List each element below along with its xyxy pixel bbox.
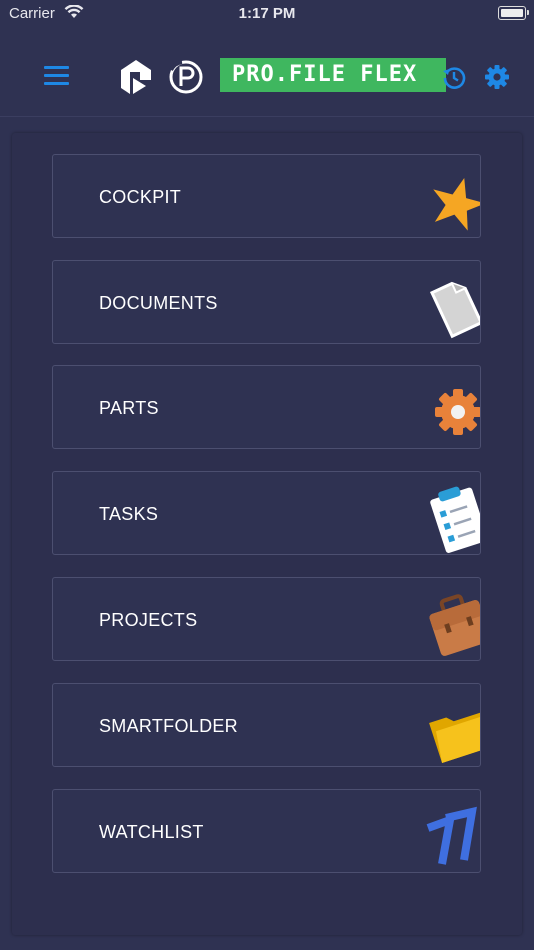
menu-item-label: COCKPIT	[99, 187, 182, 207]
status-bar: Carrier 1:17 PM	[0, 0, 534, 28]
brand-title: PRO.FILE FLEX	[232, 62, 418, 87]
menu-item-label: PROJECTS	[99, 610, 198, 630]
menu-item-parts[interactable]: PARTS	[52, 365, 481, 449]
menu-item-label: SMARTFOLDER	[99, 716, 238, 736]
menu-item-cockpit[interactable]: COCKPIT	[52, 154, 481, 238]
document-icon	[429, 281, 480, 339]
folder-icon	[429, 712, 480, 763]
briefcase-icon	[429, 594, 480, 656]
pro-file-p-logo-icon	[169, 60, 203, 94]
battery-icon	[498, 6, 529, 20]
menu-item-watchlist[interactable]: WATCHLIST	[52, 789, 481, 873]
menu-item-projects[interactable]: PROJECTS	[52, 577, 481, 661]
menu-item-smartfolder[interactable]: SMARTFOLDER	[52, 683, 481, 767]
menu-item-label: DOCUMENTS	[99, 293, 218, 313]
gear-icon[interactable]	[484, 64, 510, 90]
clock: 1:17 PM	[238, 5, 296, 22]
menu-item-label: TASKS	[99, 504, 159, 524]
star-icon	[433, 177, 480, 231]
app-header: PRO.FILE FLEX	[0, 28, 534, 117]
chevrons-icon	[426, 806, 477, 865]
hamburger-menu-icon[interactable]	[44, 66, 69, 86]
app-logo-icon	[121, 60, 151, 94]
history-icon[interactable]	[441, 64, 467, 90]
clipboard-icon	[430, 486, 480, 553]
gear-icon	[435, 389, 480, 435]
menu-item-tasks[interactable]: TASKS	[52, 471, 481, 555]
menu-item-label: WATCHLIST	[99, 822, 204, 842]
menu-item-documents[interactable]: DOCUMENTS	[52, 260, 481, 344]
menu-item-label: PARTS	[99, 398, 159, 418]
brand-banner: PRO.FILE FLEX	[220, 58, 446, 92]
